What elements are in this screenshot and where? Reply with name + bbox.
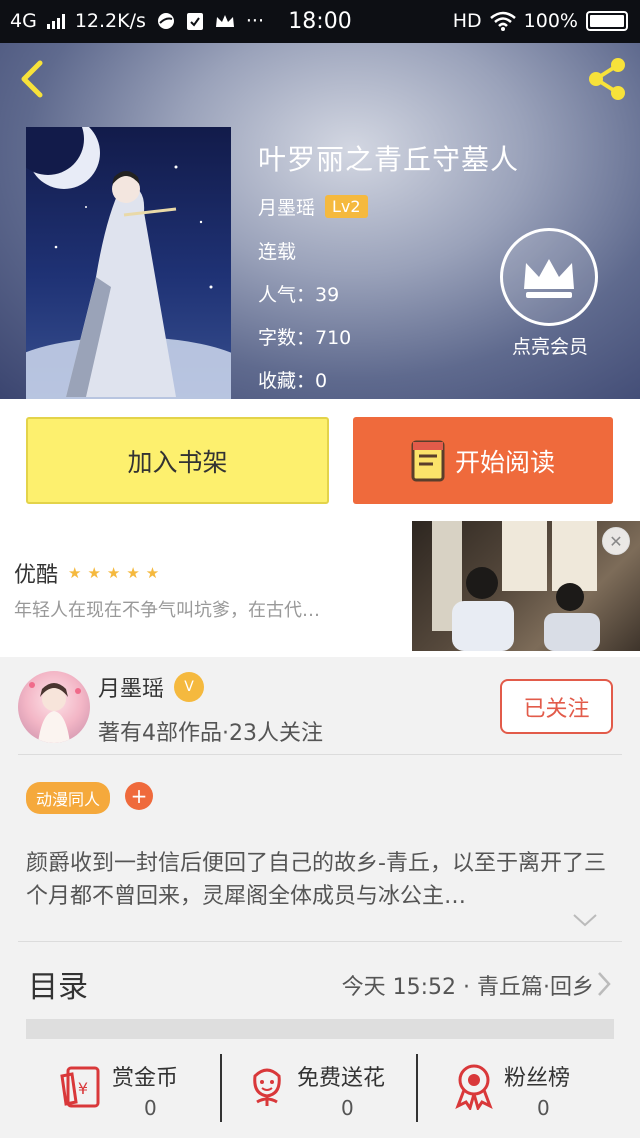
ad-brand: 优酷 bbox=[14, 563, 59, 588]
author-row: 月墨瑶 Lv2 bbox=[258, 193, 368, 220]
medal-icon bbox=[455, 1064, 493, 1110]
vip-label: 点亮会员 bbox=[511, 336, 588, 358]
verified-badge-icon: V bbox=[174, 672, 205, 702]
fans-ranking-label: 粉丝榜 bbox=[504, 1066, 571, 1091]
ad-brand-row: 优酷 ★★★★★ bbox=[14, 557, 165, 589]
synopsis[interactable]: 颜爵收到一封信后便回了自己的故乡-青丘，以至于离开了三个月都不曾回来，灵犀阁全体… bbox=[26, 847, 616, 913]
book-title: 叶罗丽之青丘守墓人 bbox=[258, 143, 520, 176]
ad-rating-stars: ★★★★★ bbox=[68, 564, 166, 582]
ad-banner[interactable]: 优酷 ★★★★★ 年轻人在现在不争气叫坑爹，在古代… ✕ bbox=[0, 521, 640, 657]
reward-coins-count: 0 bbox=[144, 1096, 157, 1120]
crown-icon bbox=[524, 259, 574, 298]
book-details: 月墨瑶 V 著有4部作品·23人关注 已关注 动漫同人 + 颜爵收到一封信后便回… bbox=[0, 657, 640, 1138]
reward-coin-icon: ¥ bbox=[60, 1066, 100, 1108]
toolbar-divider bbox=[220, 1054, 222, 1122]
book-header: 叶罗丽之青丘守墓人 月墨瑶 Lv2 连载 人气：39 字数：710 收藏：0 点… bbox=[0, 43, 640, 399]
author-name[interactable]: 月墨瑶 bbox=[258, 193, 315, 220]
add-to-shelf-button[interactable]: 加入书架 bbox=[26, 417, 329, 504]
wifi-icon bbox=[489, 11, 516, 31]
book-icon bbox=[411, 440, 445, 481]
followed-button[interactable]: 已关注 bbox=[500, 679, 613, 734]
toc-title[interactable]: 目录 bbox=[28, 962, 88, 1006]
ad-description: 年轻人在现在不争气叫坑爹，在古代… bbox=[14, 600, 320, 621]
action-bar: 加入书架 开始阅读 bbox=[0, 399, 640, 521]
chevron-down-icon[interactable] bbox=[572, 912, 598, 928]
battery-icon bbox=[586, 11, 628, 31]
popularity: 人气：39 bbox=[258, 284, 340, 306]
fans-ranking-count: 0 bbox=[537, 1096, 550, 1120]
ad-image[interactable]: ✕ bbox=[412, 521, 640, 651]
flower-icon bbox=[253, 1068, 281, 1106]
battery-percent: 100% bbox=[523, 10, 578, 32]
latest-chapter[interactable]: 今天 15:52 · 青丘篇·回乡 bbox=[342, 969, 594, 1001]
share-icon[interactable] bbox=[584, 55, 632, 103]
reward-coins-label: 赏金币 bbox=[112, 1066, 179, 1091]
ad-close-icon[interactable]: ✕ bbox=[602, 527, 630, 555]
svg-text:¥: ¥ bbox=[78, 1079, 88, 1098]
favorites-count: 收藏：0 bbox=[258, 370, 328, 392]
send-flowers-count: 0 bbox=[341, 1096, 354, 1120]
author-card-name[interactable]: 月墨瑶 bbox=[98, 671, 164, 703]
book-cover[interactable] bbox=[26, 127, 231, 399]
divider bbox=[18, 941, 622, 942]
add-tag-button[interactable]: + bbox=[125, 782, 153, 810]
send-flowers-label: 免费送花 bbox=[297, 1066, 386, 1091]
author-stats: 著有4部作品·23人关注 bbox=[98, 721, 323, 746]
back-icon[interactable] bbox=[14, 59, 54, 99]
send-flowers-button[interactable]: 免费送花 0 bbox=[225, 1052, 438, 1138]
divider bbox=[18, 754, 622, 755]
section-separator bbox=[26, 1019, 614, 1039]
start-reading-label: 开始阅读 bbox=[454, 447, 555, 477]
author-avatar[interactable] bbox=[18, 671, 90, 743]
chevron-right-icon[interactable] bbox=[596, 970, 612, 998]
level-badge: Lv2 bbox=[325, 195, 368, 218]
serial-status: 连载 bbox=[258, 241, 297, 263]
word-count: 字数：710 bbox=[258, 327, 352, 349]
vip-badge bbox=[500, 228, 598, 326]
vip-button[interactable]: 点亮会员 bbox=[500, 228, 600, 359]
status-bar: 4G 12.2K/s ··· 18:00 HD 100% bbox=[0, 0, 640, 43]
author-title-row: 月墨瑶 V bbox=[98, 671, 205, 703]
genre-tag[interactable]: 动漫同人 bbox=[26, 782, 111, 814]
start-reading-button[interactable]: 开始阅读 bbox=[353, 417, 613, 504]
cover-illustration bbox=[26, 127, 231, 399]
hd-indicator: HD bbox=[452, 10, 482, 32]
toolbar-divider bbox=[416, 1054, 418, 1122]
fans-ranking-button[interactable]: 粉丝榜 0 bbox=[432, 1052, 640, 1138]
interaction-toolbar: ¥ 赏金币 0 免费送花 0 粉丝榜 0 bbox=[0, 1052, 640, 1138]
avatar-illustration bbox=[29, 682, 81, 743]
